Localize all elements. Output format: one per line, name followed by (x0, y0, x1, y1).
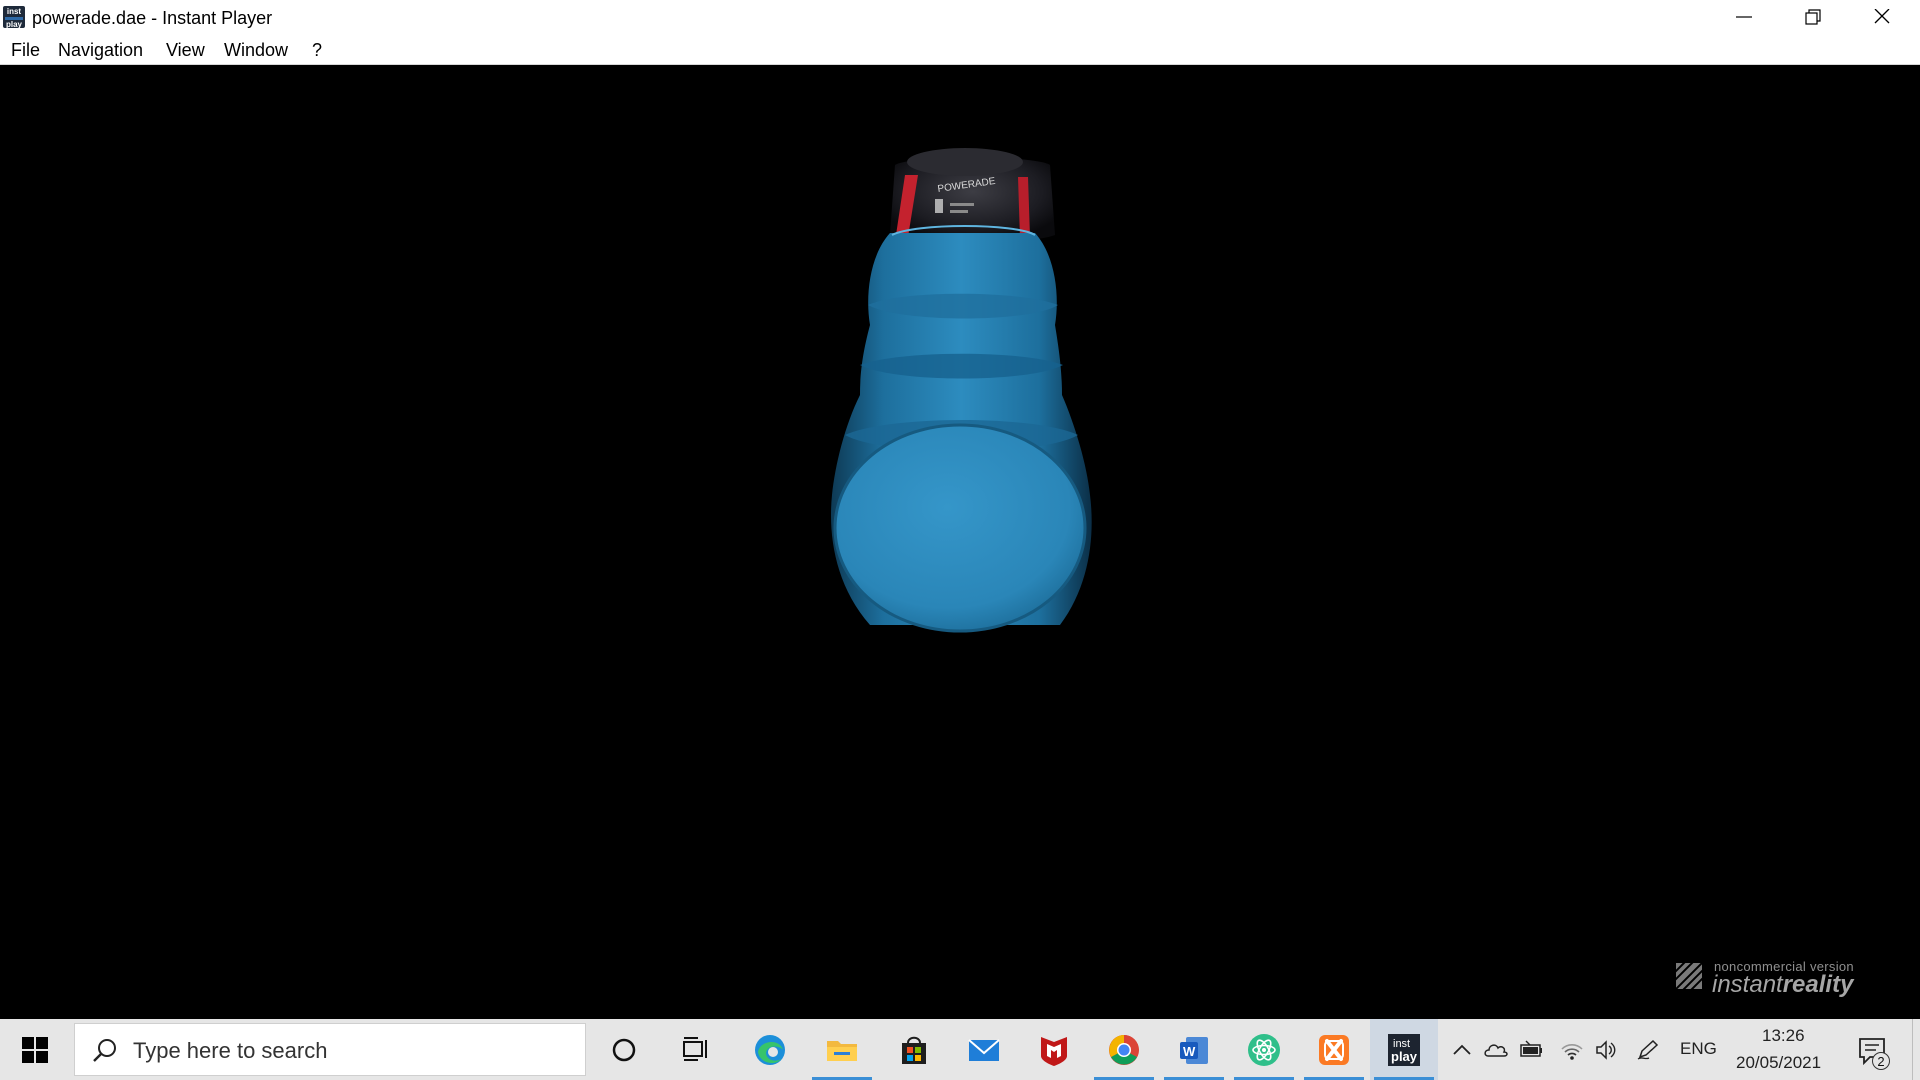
xampp-button[interactable] (1300, 1019, 1368, 1080)
start-button[interactable] (0, 1019, 72, 1080)
watermark-brand-light: instant (1712, 971, 1783, 998)
menu-help[interactable]: ? (312, 40, 322, 61)
window-title: powerade.dae - Instant Player (32, 8, 273, 28)
svg-text:W: W (1183, 1044, 1196, 1059)
file-explorer-icon (827, 1041, 857, 1061)
mcafee-button[interactable] (1020, 1019, 1088, 1080)
store-button[interactable] (880, 1019, 948, 1080)
show-hidden-icons-icon[interactable] (1450, 1039, 1474, 1061)
menu-window[interactable]: Window (224, 40, 288, 61)
instant-player-app-icon[interactable]: inst play (3, 6, 25, 29)
task-view-icon (683, 1037, 707, 1061)
restore-button[interactable] (1779, 0, 1847, 34)
search-box[interactable]: Type here to search (74, 1023, 586, 1076)
edge-button[interactable] (736, 1019, 804, 1080)
instantreality-logo-icon (1676, 963, 1702, 989)
atom-button[interactable] (1230, 1019, 1298, 1080)
app-icon-label-top: inst (6, 7, 22, 16)
close-button[interactable] (1848, 0, 1916, 34)
xampp-icon (1319, 1035, 1349, 1065)
menu-bar: File Navigation View Window ? (0, 34, 1920, 65)
atom-icon (1248, 1034, 1280, 1066)
powerade-bottle-render: POWERADE (830, 148, 1092, 633)
menu-view[interactable]: View (166, 40, 205, 61)
word-button[interactable]: W (1160, 1019, 1228, 1080)
pen-workspace-icon[interactable] (1636, 1039, 1660, 1061)
restore-icon (1805, 9, 1821, 25)
instant-player-button[interactable]: inst play (1370, 1019, 1438, 1080)
search-icon (93, 1039, 116, 1062)
cortana-button[interactable] (590, 1019, 658, 1080)
wifi-icon[interactable] (1560, 1039, 1584, 1061)
taskbar: Type here to search W inst play ENG 13:2… (0, 1019, 1920, 1080)
file-explorer-button[interactable] (808, 1019, 876, 1080)
task-view-button[interactable] (662, 1019, 730, 1080)
word-icon: W (1180, 1037, 1208, 1064)
clock-date[interactable]: 20/05/2021 (1736, 1053, 1821, 1073)
edge-icon (755, 1035, 785, 1065)
app-icon-label-bottom: play (5, 20, 22, 29)
instant-player-label-bottom: play (1391, 1049, 1418, 1064)
search-placeholder: Type here to search (133, 1038, 328, 1063)
show-desktop-button[interactable] (1912, 1019, 1920, 1080)
onedrive-icon[interactable] (1484, 1039, 1508, 1061)
minimize-button[interactable] (1710, 0, 1778, 34)
volume-icon[interactable] (1594, 1039, 1618, 1061)
close-icon (1874, 9, 1890, 24)
menu-file[interactable]: File (11, 40, 40, 61)
instant-player-icon: inst play (1388, 1034, 1420, 1066)
mcafee-icon (1041, 1037, 1067, 1066)
3d-viewport[interactable]: POWERADE noncommercial version instantre… (0, 65, 1920, 1019)
mail-icon (968, 1039, 1000, 1061)
menu-navigation[interactable]: Navigation (58, 40, 143, 61)
instantreality-watermark: noncommercial version instantreality (1676, 955, 1888, 999)
minimize-icon (1736, 16, 1752, 18)
chrome-button[interactable] (1090, 1019, 1158, 1080)
watermark-brand-bold: reality (1782, 971, 1854, 998)
battery-icon[interactable] (1520, 1039, 1544, 1061)
title-bar: inst play powerade.dae - Instant Player (0, 0, 1920, 34)
store-icon (902, 1036, 926, 1064)
language-indicator[interactable]: ENG (1680, 1039, 1717, 1059)
watermark-brand-text: instantreality (1712, 971, 1853, 999)
notification-count-badge: 2 (1872, 1052, 1890, 1070)
mail-button[interactable] (950, 1019, 1018, 1080)
chrome-icon (1109, 1035, 1139, 1065)
clock-time[interactable]: 13:26 (1762, 1026, 1805, 1046)
cortana-icon (612, 1038, 636, 1062)
windows-logo-icon (22, 1037, 48, 1063)
